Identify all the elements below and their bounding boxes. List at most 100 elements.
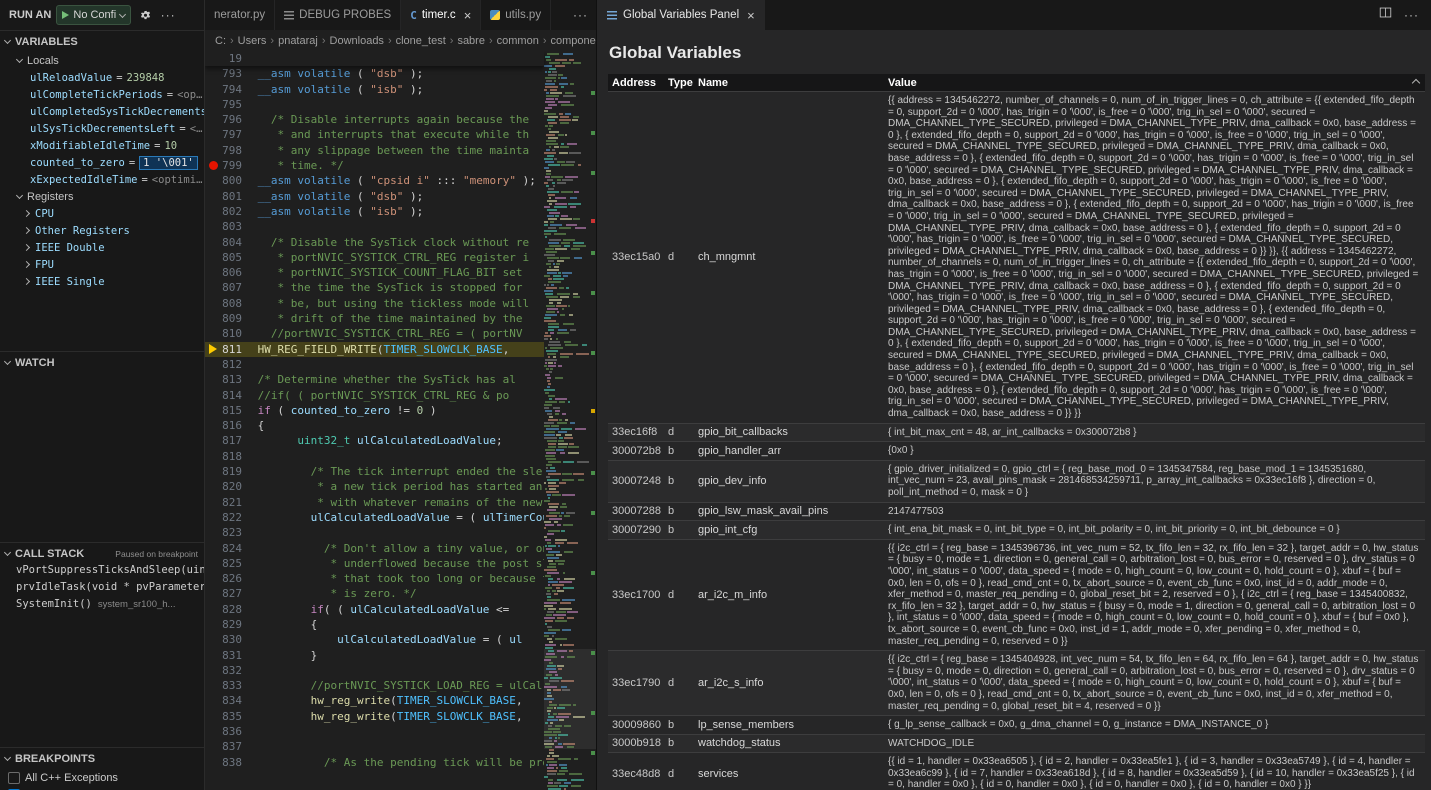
tab-utils-py[interactable]: utils.py [481, 0, 551, 30]
code-line[interactable]: 832 [205, 663, 596, 678]
code-line[interactable]: 805 * portNVIC_SYSTICK_CTRL_REG register… [205, 250, 596, 265]
gutter[interactable]: 801 [205, 189, 251, 204]
gutter[interactable]: 808 [205, 296, 251, 311]
code-line[interactable]: 835 hw_reg_write(TIMER_SLOWCLK_BASE, [205, 709, 596, 724]
gutter[interactable]: 816 [205, 418, 251, 433]
breakpoint-dot-icon[interactable] [205, 158, 221, 173]
sticky-scroll-line[interactable]: 19 #if CONFIG_MODULE_TIMERS_ENABLED [205, 51, 544, 66]
code-line[interactable]: 820 * a new tick period has started an [205, 479, 596, 494]
variable-row[interactable]: ulReloadValue=239848 [0, 69, 204, 86]
code-line[interactable]: 806 * portNVIC_SYSTICK_COUNT_FLAG_BIT se… [205, 265, 596, 280]
gutter[interactable]: 807 [205, 280, 251, 295]
gutter[interactable]: 835 [205, 709, 251, 724]
code-line[interactable]: 838 /* As the pending tick will be proc [205, 755, 596, 770]
code-line[interactable]: 831 } [205, 648, 596, 663]
stack-frame[interactable]: vPortSuppressTicksAndSleep(uint32_t) [0, 564, 204, 581]
code-line[interactable]: 797 * and interrupts that execute while … [205, 127, 596, 142]
code-line[interactable]: 808 * be, but using the tickless mode wi… [205, 296, 596, 311]
code-line[interactable]: 825 * underflowed because the post sle [205, 556, 596, 571]
gutter[interactable]: 815 [205, 403, 251, 418]
breakpoint-item[interactable]: ✓timer.cC:\Users\pnataraj\...799 [0, 786, 204, 790]
gutter[interactable]: 811 [205, 342, 251, 357]
gutter[interactable]: 802 [205, 204, 251, 219]
code-line[interactable]: 819 /* The tick interrupt ended the sle [205, 464, 596, 479]
code-line[interactable]: 822 ulCalculatedLoadValue = ( ulTimerCou… [205, 510, 596, 525]
gutter[interactable]: 824 [205, 541, 251, 556]
gear-icon[interactable] [136, 5, 154, 25]
register-group-cpu[interactable]: CPU [0, 205, 204, 222]
code-line[interactable]: 803 [205, 219, 596, 234]
code-line[interactable]: 799 * time. */ [205, 158, 596, 173]
checkbox[interactable] [8, 772, 20, 784]
gutter[interactable]: 836 [205, 724, 251, 739]
code-line[interactable]: 830 ulCalculatedLoadValue = ( ul [205, 632, 596, 647]
code-line[interactable]: 810 //portNVIC_SYSTICK_CTRL_REG = ( port… [205, 326, 596, 341]
stack-frame[interactable]: SystemInit()system_sr100_h... [0, 598, 204, 615]
more-actions-icon[interactable]: ··· [1404, 9, 1419, 21]
debug-config-dropdown[interactable]: No Confi [56, 5, 131, 25]
gutter[interactable]: 827 [205, 586, 251, 601]
code-line[interactable]: 828 if( ( ulCalculatedLoadValue <= [205, 602, 596, 617]
variables-section-header[interactable]: VARIABLES [0, 31, 204, 52]
code-line[interactable]: 818 [205, 449, 596, 464]
gutter[interactable]: 831 [205, 648, 251, 663]
code-line[interactable]: 800 __asm volatile ( "cpsid i" ::: "memo… [205, 173, 596, 188]
gutter[interactable]: 822 [205, 510, 251, 525]
chevron-up-icon[interactable] [1412, 78, 1420, 86]
breadcrumb-item[interactable]: clone_test [396, 35, 446, 47]
variable-row[interactable]: xExpectedIdleTime=<optimized out> [0, 171, 204, 188]
code-line[interactable]: 815 if ( counted_to_zero != 0 ) [205, 403, 596, 418]
gutter[interactable]: 819 [205, 464, 251, 479]
gutter[interactable]: 798 [205, 143, 251, 158]
gutter[interactable]: 805 [205, 250, 251, 265]
gutter[interactable]: 821 [205, 495, 251, 510]
watch-section-header[interactable]: WATCH [0, 352, 204, 373]
gutter[interactable]: 818 [205, 449, 251, 464]
locals-group[interactable]: Locals [0, 52, 204, 69]
minimap[interactable] [544, 51, 596, 790]
start-debugging-icon[interactable] [62, 11, 69, 19]
registers-group[interactable]: Registers [0, 188, 204, 205]
variable-row[interactable]: ulSysTickDecrementsLeft=<optimized out> [0, 120, 204, 137]
variable-row[interactable]: counted_to_zero=1 '\001' [0, 154, 204, 171]
stack-frame[interactable]: prvIdleTask(void * pvParameters) [0, 581, 204, 598]
register-group-fpu[interactable]: FPU [0, 256, 204, 273]
close-icon[interactable]: × [464, 9, 472, 22]
breadcrumb-item[interactable]: Downloads [330, 35, 384, 47]
call-stack-section-header[interactable]: CALL STACK Paused on breakpoint [0, 543, 204, 564]
code-line[interactable]: 802 __asm volatile ( "isb" ); [205, 204, 596, 219]
code-line[interactable]: 811 HW_REG_FIELD_WRITE(TIMER_SLOWCLK_BAS… [205, 342, 596, 357]
gutter[interactable]: 838 [205, 755, 251, 770]
gutter[interactable]: 825 [205, 556, 251, 571]
gutter[interactable]: 804 [205, 235, 251, 250]
gutter[interactable]: 834 [205, 693, 251, 708]
code-line[interactable]: 823 [205, 525, 596, 540]
breadcrumb[interactable]: C:›Users›pnataraj›Downloads›clone_test›s… [205, 30, 596, 51]
tab-debug-probes[interactable]: DEBUG PROBES [275, 0, 401, 30]
code-line[interactable]: 804 /* Disable the SysTick clock without… [205, 235, 596, 250]
gutter[interactable]: 830 [205, 632, 251, 647]
gutter[interactable]: 823 [205, 525, 251, 540]
breadcrumb-item[interactable]: Users [238, 35, 267, 47]
gutter[interactable]: 793 [205, 66, 251, 81]
code-line[interactable]: 795 [205, 97, 596, 112]
code-line[interactable]: 829 { [205, 617, 596, 632]
code-line[interactable]: 833 //portNVIC_SYSTICK_LOAD_REG = ulCal [205, 678, 596, 693]
more-tabs-icon[interactable]: ··· [573, 9, 588, 21]
gutter[interactable]: 806 [205, 265, 251, 280]
breakpoint-item[interactable]: All C++ Exceptions [0, 769, 204, 786]
gutter[interactable]: 814 [205, 388, 251, 403]
register-group-other-registers[interactable]: Other Registers [0, 222, 204, 239]
code-line[interactable]: 816 { [205, 418, 596, 433]
tab-timer-c[interactable]: Ctimer.c× [401, 0, 481, 30]
gutter[interactable]: 809 [205, 311, 251, 326]
variable-row[interactable]: xModifiableIdleTime=10 [0, 137, 204, 154]
code-line[interactable]: 809 * drift of the time maintained by th… [205, 311, 596, 326]
gutter[interactable]: 799 [205, 158, 251, 173]
more-actions-icon[interactable]: ··· [159, 5, 177, 25]
code-line[interactable]: 826 * that took too long or because th [205, 571, 596, 586]
gutter[interactable]: 803 [205, 219, 251, 234]
breadcrumb-item[interactable]: components [551, 35, 597, 47]
code-line[interactable]: 796 /* Disable interrupts again because … [205, 112, 596, 127]
gutter[interactable]: 820 [205, 479, 251, 494]
